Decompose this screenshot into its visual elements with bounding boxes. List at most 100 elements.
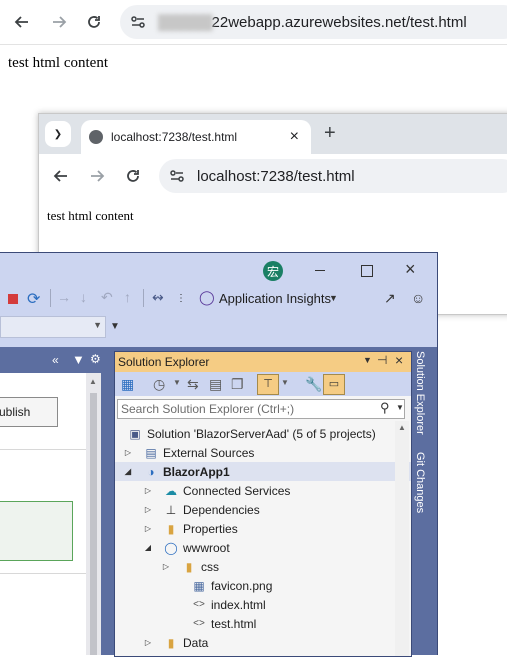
tree-item-connected-services[interactable]: ▷ ☁ Connected Services <box>115 481 411 500</box>
expand-arrow-icon[interactable]: ▷ <box>143 486 153 495</box>
chevron-down-icon[interactable]: ▼ <box>173 378 181 387</box>
side-tab-solution-explorer[interactable]: Solution Explorer <box>412 351 428 439</box>
tree-item-label: Properties <box>183 521 238 536</box>
sync-icon[interactable]: ⇆ <box>187 376 199 393</box>
tab-strip: ❯ localhost:7238/test.html × + <box>39 114 507 154</box>
live-share-icon[interactable]: ↗ <box>384 290 396 307</box>
solution-explorer-search[interactable]: Search Solution Explorer (Ctrl+;) ⚲ ▼ <box>117 399 405 419</box>
step-over-icon[interactable]: → <box>57 289 71 305</box>
user-avatar[interactable]: 宏 <box>263 261 283 281</box>
restart-icon[interactable]: ⟳ <box>27 289 40 309</box>
minimize-icon[interactable] <box>315 270 325 271</box>
config-dropdown[interactable]: ▼ <box>0 316 106 338</box>
show-all-files-icon[interactable]: ❐ <box>231 376 244 393</box>
step-out-icon[interactable]: ↑ <box>124 289 131 305</box>
stop-icon[interactable] <box>8 294 18 304</box>
tab-search-button[interactable]: ❯ <box>45 121 71 147</box>
site-info-icon[interactable] <box>169 168 185 184</box>
properties-wrench-icon[interactable]: 🔧 <box>305 376 322 393</box>
divider <box>0 573 86 574</box>
pending-changes-filter-icon[interactable]: ⊤ <box>257 374 279 395</box>
chevron-down-icon[interactable]: ▼ <box>329 293 338 303</box>
chevron-down-icon[interactable]: ▼ <box>281 378 289 387</box>
site-info-icon[interactable] <box>130 14 146 30</box>
overflow-icon[interactable]: ⋮ <box>176 293 186 304</box>
new-tab-icon[interactable]: + <box>324 122 336 145</box>
debug-tools-icon[interactable]: ↭ <box>152 289 164 306</box>
divider <box>0 449 86 450</box>
search-placeholder: Search Solution Explorer (Ctrl+;) <box>121 402 295 416</box>
chevron-down-icon[interactable]: ▼ <box>396 403 404 412</box>
collapse-arrow-icon[interactable]: ◢ <box>143 543 153 552</box>
application-insights-button[interactable]: Application Insights <box>219 291 331 306</box>
switch-views-icon[interactable]: ▦ <box>121 376 134 393</box>
close-tab-icon[interactable]: × <box>290 128 299 146</box>
tree-item-label: index.html <box>211 597 266 612</box>
side-tab-git-changes[interactable]: Git Changes <box>412 452 428 518</box>
side-tab-label: Git Changes <box>414 452 426 514</box>
toolbar-overflow-icon[interactable]: ▼ <box>110 321 120 332</box>
side-tab-label: Solution Explorer <box>414 351 426 435</box>
tree-scrollbar[interactable]: ▲ <box>395 421 409 656</box>
chevron-down-icon: ▼ <box>93 320 102 330</box>
tree-item-properties[interactable]: ▷ ▮ Properties <box>115 519 411 538</box>
scroll-up-icon[interactable]: ▲ <box>398 423 406 432</box>
forward-arrow-icon[interactable] <box>85 164 109 188</box>
close-window-icon[interactable]: × <box>405 259 416 280</box>
step-back-icon[interactable]: ↶ <box>101 289 113 306</box>
tree-item-blazorapp1[interactable]: ◢ ◑ BlazorApp1 <box>115 462 411 481</box>
tree-item-solution[interactable]: ▣ Solution 'BlazorServerAad' (5 of 5 pro… <box>115 424 411 443</box>
dropdown-arrow-icon[interactable]: ▼ <box>363 355 372 365</box>
step-into-icon[interactable]: ↓ <box>80 289 87 305</box>
scrollbar-thumb[interactable] <box>90 393 97 655</box>
expand-arrow-icon[interactable]: ▷ <box>143 524 153 533</box>
gear-icon[interactable]: ⚙ <box>90 352 101 366</box>
tree-item-favicon[interactable]: ▦ favicon.png <box>115 576 411 595</box>
history-icon[interactable]: ◷ <box>153 376 165 393</box>
scroll-up-icon[interactable]: ▲ <box>89 377 97 386</box>
tree-item-wwwroot[interactable]: ◢ ◯ wwwroot <box>115 538 411 557</box>
tree-item-css[interactable]: ▷ ▮ css <box>115 557 411 576</box>
blurred-url-part: ██████ <box>158 14 213 30</box>
expand-arrow-icon[interactable]: ▷ <box>161 562 171 571</box>
lightbulb-icon[interactable]: ◯ <box>199 289 215 306</box>
web-project-icon: ◑ <box>147 464 155 479</box>
browser-tab[interactable]: localhost:7238/test.html × <box>81 120 311 154</box>
tree-item-label: wwwroot <box>183 540 230 555</box>
tree-item-dependencies[interactable]: ▷ ⊥ Dependencies <box>115 500 411 519</box>
collapse-icon[interactable]: « <box>52 353 59 367</box>
expand-arrow-icon[interactable]: ▷ <box>143 505 153 514</box>
back-arrow-icon[interactable] <box>49 164 73 188</box>
tree-item-data[interactable]: ▷ ▮ Data <box>115 633 411 652</box>
search-icon[interactable]: ⚲ <box>380 400 390 416</box>
tree-item-test-html[interactable]: <> test.html <box>115 614 411 633</box>
tree-item-label: BlazorApp1 <box>163 464 230 479</box>
forward-arrow-icon[interactable] <box>47 10 71 34</box>
collapse-arrow-icon[interactable]: ◢ <box>123 467 133 476</box>
pin-icon[interactable]: ▼ <box>72 352 85 367</box>
globe-icon: ◯ <box>164 540 178 555</box>
preview-selected-icon[interactable]: ▭ <box>323 374 345 395</box>
back-arrow-icon[interactable] <box>10 10 34 34</box>
solution-explorer-toolbar: ▦ ◷ ▼ ⇆ ▤ ❐ ⊤ ▼ 🔧 ▭ <box>115 372 411 396</box>
back-url-text: 22webapp.azurewebsites.net/test.html <box>211 13 467 31</box>
green-panel <box>0 501 73 561</box>
reload-icon[interactable] <box>82 10 106 34</box>
expand-arrow-icon[interactable]: ▷ <box>123 448 133 457</box>
tree-item-index-html[interactable]: <> index.html <box>115 595 411 614</box>
tree-item-external-sources[interactable]: ▷ ▤ External Sources <box>115 443 411 462</box>
back-browser-toolbar: ██████ 22webapp.azurewebsites.net/test.h… <box>0 0 507 45</box>
left-panel-header: « ▼ ⚙ <box>0 351 107 371</box>
maximize-icon[interactable] <box>361 265 373 277</box>
left-scrollbar[interactable]: ▲ <box>86 373 101 655</box>
expand-arrow-icon[interactable]: ▷ <box>143 638 153 647</box>
front-address-bar[interactable]: localhost:7238/test.html <box>159 159 507 193</box>
solution-explorer-titlebar: Solution Explorer ▼ ⊣ × <box>115 352 411 372</box>
reload-icon[interactable] <box>121 164 145 188</box>
publish-button[interactable]: ublish <box>0 397 58 427</box>
collapse-all-icon[interactable]: ▤ <box>209 376 222 393</box>
pin-icon[interactable]: ⊣ <box>377 353 387 367</box>
feedback-icon[interactable]: ☺ <box>411 290 425 306</box>
close-panel-icon[interactable]: × <box>395 352 403 368</box>
back-address-bar[interactable]: ██████ 22webapp.azurewebsites.net/test.h… <box>120 5 507 39</box>
